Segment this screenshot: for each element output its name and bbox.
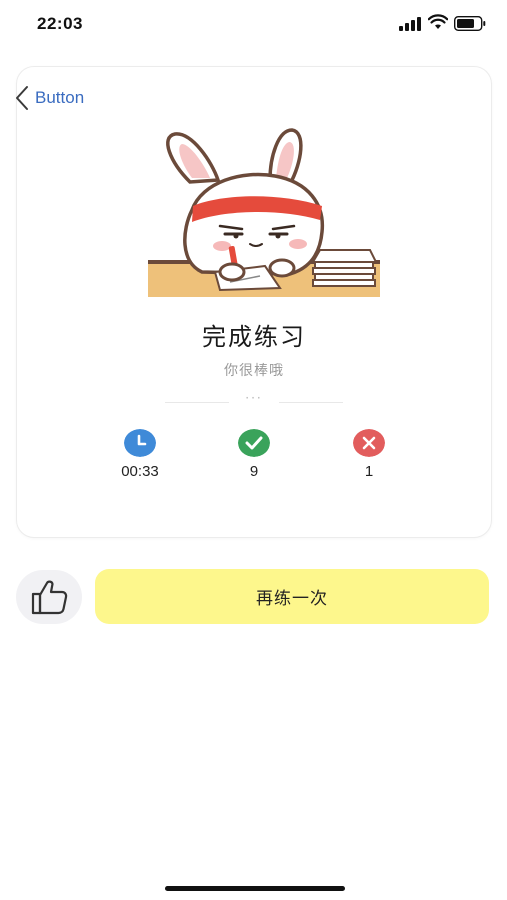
thumbs-up-icon — [31, 580, 68, 615]
retry-button[interactable]: 再练一次 — [95, 569, 489, 624]
cross-icon — [353, 429, 385, 457]
home-indicator — [165, 886, 345, 891]
stat-time: 00:33 — [100, 429, 180, 480]
status-time: 22:03 — [37, 14, 83, 33]
result-subtitle: 你很棒哦 — [224, 363, 284, 379]
result-title: 完成练习 — [202, 323, 306, 351]
chevron-left-icon — [16, 86, 28, 110]
stat-time-value: 00:33 — [121, 463, 159, 480]
status-bar: 22:03 — [0, 0, 507, 50]
divider-right — [279, 402, 343, 403]
battery-icon — [454, 16, 486, 31]
rabbit-studying-illustration — [148, 128, 380, 297]
cellular-signal-icon — [399, 17, 421, 31]
divider-dots: ··· — [245, 391, 263, 405]
stat-wrong: 1 — [329, 429, 409, 480]
check-icon — [238, 429, 270, 457]
back-button-label: Button — [35, 88, 85, 107]
stat-correct: 9 — [214, 429, 294, 480]
like-button[interactable] — [16, 570, 82, 624]
result-card: Button 完成练习 你很棒哦 ··· 00:33 9 1 — [16, 66, 492, 538]
clock-icon — [124, 429, 156, 457]
stat-correct-value: 9 — [249, 463, 259, 480]
back-button[interactable]: Button — [15, 85, 84, 111]
wifi-icon — [428, 14, 448, 29]
stat-wrong-value: 1 — [364, 463, 374, 480]
check-icon-bg — [238, 429, 270, 457]
